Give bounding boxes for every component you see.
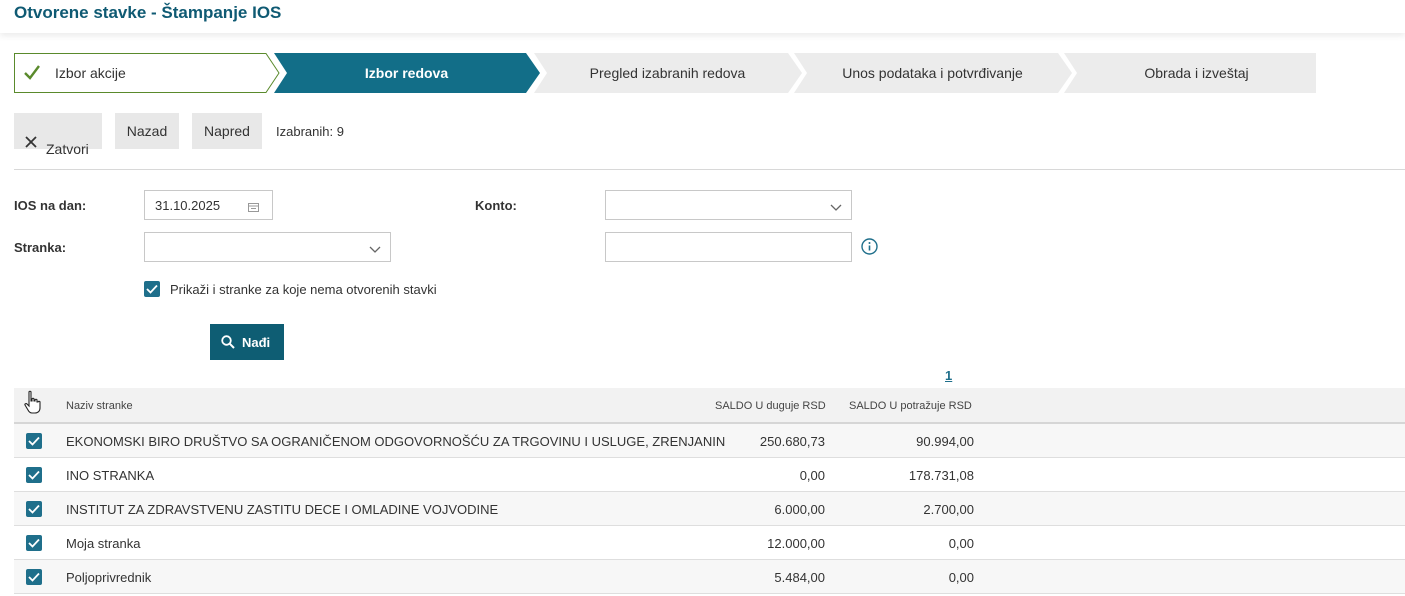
row-checkbox[interactable]	[26, 467, 42, 483]
row-checkbox[interactable]	[26, 535, 42, 551]
search-icon	[221, 335, 235, 349]
row-credit: 178.731,08	[908, 468, 974, 483]
column-header-debit[interactable]: SALDO U duguje RSD	[715, 400, 826, 412]
konto-label: Konto:	[475, 198, 517, 213]
column-header-name[interactable]: Naziv stranke	[66, 400, 133, 412]
row-checkbox[interactable]	[26, 501, 42, 517]
row-credit: 0,00	[948, 536, 974, 551]
table-row[interactable]: Moja stranka 12.000,00 0,00	[14, 526, 1405, 560]
info-icon[interactable]	[861, 238, 878, 258]
table-header: Naziv stranke SALDO U duguje RSD SALDO U…	[14, 388, 1405, 424]
ios-date-value: 31.10.2025	[155, 198, 221, 213]
show-all-checkbox[interactable]	[144, 281, 160, 297]
row-credit: 90.994,00	[916, 434, 974, 449]
row-debit: 5.484,00	[774, 570, 825, 585]
step-shape	[14, 53, 280, 93]
row-checkbox[interactable]	[26, 569, 42, 585]
ios-date-field[interactable]: 31.10.2025	[144, 190, 273, 220]
step-label: Izbor akcije	[55, 65, 126, 81]
page-header: Otvorene stavke - Štampanje IOS	[0, 0, 1405, 33]
chevron-down-icon	[830, 200, 842, 215]
konto-select[interactable]	[605, 190, 852, 220]
row-name: EKONOMSKI BIRO DRUŠTVO SA OGRANIČENOM OD…	[66, 434, 726, 449]
calendar-icon[interactable]	[248, 200, 259, 215]
step-label: Unos podataka i potvrđivanje	[842, 65, 1023, 81]
step-label: Obrada i izveštaj	[1144, 65, 1249, 81]
wizard-step-obrada[interactable]: Obrada i izveštaj	[1064, 53, 1316, 93]
table-row[interactable]: EKONOMSKI BIRO DRUŠTVO SA OGRANIČENOM OD…	[14, 424, 1405, 458]
parties-table: Naziv stranke SALDO U duguje RSD SALDO U…	[14, 388, 1405, 594]
row-name: Moja stranka	[66, 536, 141, 551]
row-debit: 12.000,00	[767, 536, 825, 551]
wizard-step-pregled[interactable]: Pregled izabranih redova	[534, 53, 802, 93]
pagination-page-1[interactable]: 1	[945, 368, 952, 383]
wizard-step-izbor-akcije[interactable]: Izbor akcije	[14, 53, 280, 93]
wizard-step-unos-podataka[interactable]: Unos podataka i potvrđivanje	[794, 53, 1072, 93]
row-debit: 6.000,00	[774, 502, 825, 517]
stranka-select[interactable]	[144, 232, 391, 262]
ios-date-label: IOS na dan:	[14, 198, 87, 213]
close-icon	[25, 125, 37, 161]
close-label: Zatvori	[46, 141, 89, 157]
chevron-down-icon	[369, 242, 381, 257]
step-label: Izbor redova	[364, 65, 449, 81]
wizard-steps: Izbor akcije Izbor redova Pregled izabra…	[14, 53, 1316, 93]
column-header-credit[interactable]: SALDO U potražuje RSD	[849, 400, 972, 412]
extra-input[interactable]	[605, 232, 852, 262]
divider	[14, 169, 1405, 170]
row-name: INSTITUT ZA ZDRAVSTVENU ZASTITU DECE I O…	[66, 502, 499, 517]
close-button[interactable]: Zatvori	[14, 113, 102, 157]
table-row[interactable]: Poljoprivrednik 5.484,00 0,00	[14, 560, 1405, 594]
row-credit: 2.700,00	[923, 502, 974, 517]
selected-count: Izabranih: 9	[276, 124, 344, 139]
row-debit: 250.680,73	[759, 434, 825, 449]
back-button[interactable]: Nazad	[115, 113, 179, 149]
table-row[interactable]: INO STRANKA 0,00 178.731,08	[14, 458, 1405, 492]
row-name: Poljoprivrednik	[66, 570, 152, 585]
stranka-label: Stranka:	[14, 240, 67, 255]
find-button[interactable]: Nađi	[210, 324, 284, 360]
row-debit: 0,00	[799, 468, 825, 483]
next-button[interactable]: Napred	[192, 113, 262, 149]
row-name: INO STRANKA	[66, 468, 155, 483]
select-all-hand-icon[interactable]	[23, 390, 41, 417]
table-row[interactable]: INSTITUT ZA ZDRAVSTVENU ZASTITU DECE I O…	[14, 492, 1405, 526]
row-checkbox[interactable]	[26, 433, 42, 449]
show-all-label[interactable]: Prikaži i stranke za koje nema otvorenih…	[170, 282, 437, 297]
row-credit: 0,00	[948, 570, 974, 585]
wizard-step-izbor-redova[interactable]: Izbor redova	[274, 53, 540, 93]
step-label: Pregled izabranih redova	[589, 65, 746, 81]
page-title: Otvorene stavke - Štampanje IOS	[14, 3, 282, 22]
find-label: Nađi	[242, 335, 271, 350]
